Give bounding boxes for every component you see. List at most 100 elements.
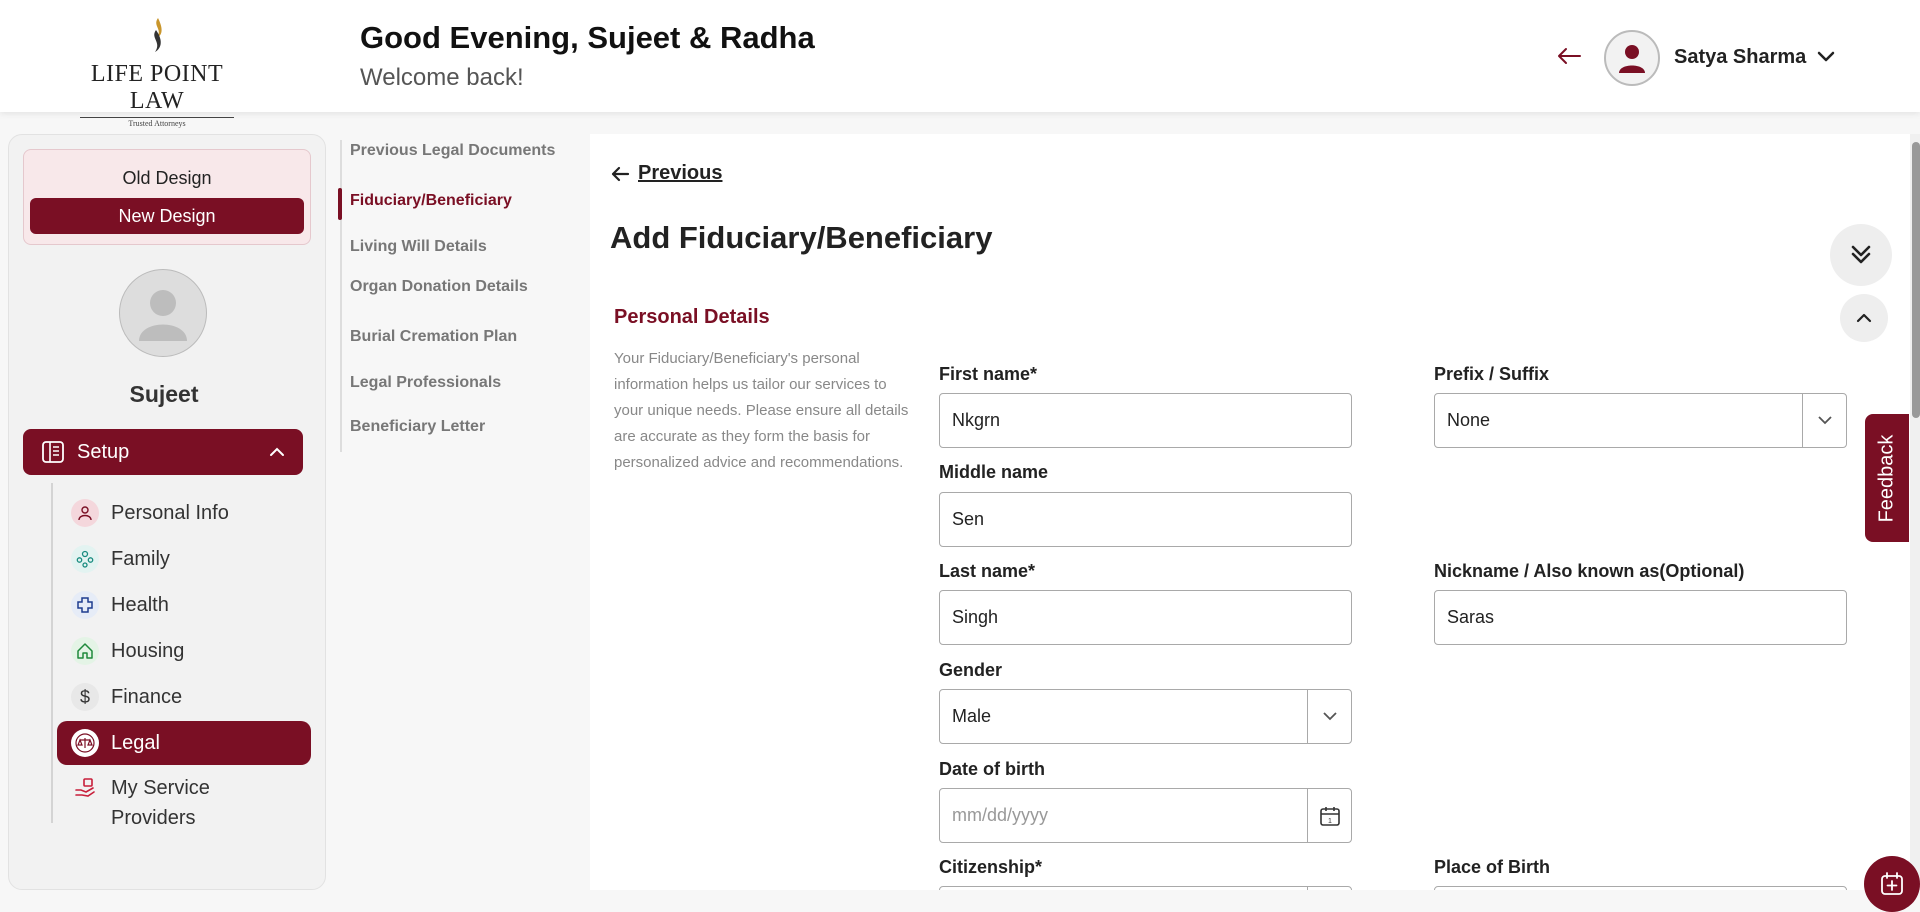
user-avatar-icon: [1619, 45, 1645, 73]
sidebar-item-service-providers[interactable]: My Service Providers: [57, 769, 311, 829]
subnav-organ-donation-details[interactable]: Organ Donation Details: [350, 278, 528, 296]
sidebar-item-label: Family: [111, 547, 170, 570]
person-icon: [71, 499, 99, 527]
subnav-previous-legal-documents[interactable]: Previous Legal Documents: [350, 142, 555, 160]
service-hand-icon: [71, 773, 99, 801]
new-design-button[interactable]: New Design: [30, 198, 304, 234]
profile-avatar[interactable]: [119, 269, 207, 357]
subnav-fiduciary-beneficiary[interactable]: Fiduciary/Beneficiary: [350, 192, 512, 210]
subnav-active-marker: [338, 188, 342, 220]
design-toggle: Old Design New Design: [23, 149, 311, 245]
sidebar-item-label: Personal Info: [111, 501, 229, 524]
middle-name-label: Middle name: [939, 462, 1049, 482]
svg-text:1: 1: [1328, 818, 1332, 825]
user-name[interactable]: Satya Sharma: [1674, 46, 1806, 69]
dob-placeholder: mm/dd/yyyy: [952, 805, 1049, 825]
feedback-label: Feedback: [1875, 434, 1898, 522]
scrollbar-thumb[interactable]: [1912, 142, 1920, 418]
last-name-label: Last name*: [939, 561, 1036, 581]
sidebar-item-legal[interactable]: Legal: [57, 721, 311, 765]
setup-label: Setup: [77, 440, 130, 463]
brand-logo[interactable]: LIFE POINT LAW Trusted Attorneys: [72, 16, 242, 128]
arrow-left-icon: [611, 166, 630, 181]
sidebar-item-health[interactable]: Health: [57, 583, 311, 627]
dob-label: Date of birth: [939, 759, 1045, 779]
feedback-tab[interactable]: Feedback: [1865, 414, 1909, 542]
chevron-down-icon[interactable]: [1816, 50, 1836, 64]
chevron-down-icon: [1802, 394, 1846, 447]
place-of-birth-label: Place of Birth: [1434, 857, 1551, 877]
gender-label: Gender: [939, 660, 1003, 680]
dob-field[interactable]: mm/dd/yyyy 1: [939, 788, 1352, 843]
last-name-field[interactable]: Singh: [939, 590, 1352, 645]
nickname-field[interactable]: Saras: [1434, 590, 1847, 645]
first-name-label: First name*: [939, 364, 1038, 384]
gender-select[interactable]: Male: [939, 689, 1352, 744]
page-title: Add Fiduciary/Beneficiary: [610, 220, 993, 255]
middle-name-field[interactable]: Sen: [939, 492, 1352, 547]
subnav-beneficiary-letter[interactable]: Beneficiary Letter: [350, 418, 485, 436]
scroll-down-button[interactable]: [1830, 224, 1892, 286]
prefix-suffix-value: None: [1447, 410, 1491, 430]
sidebar-item-label: Housing: [111, 639, 185, 662]
top-header: LIFE POINT LAW Trusted Attorneys Good Ev…: [0, 0, 1920, 128]
first-name-field[interactable]: Nkgrn: [939, 393, 1352, 448]
chevron-up-icon: [1856, 313, 1872, 323]
middle-name-value: Sen: [952, 509, 985, 529]
scales-icon: [71, 729, 99, 757]
citizenship-label: Citizenship*: [939, 857, 1043, 877]
nickname-value: Saras: [1447, 607, 1495, 627]
chevron-up-icon: [270, 447, 284, 456]
sidebar-item-label: Legal: [111, 731, 160, 754]
dollar-icon: $: [71, 683, 99, 711]
chevron-down-icon: [1307, 887, 1351, 890]
submenu-guide-line: [51, 483, 53, 823]
brand-name: LIFE POINT LAW: [90, 61, 224, 114]
logo-flame-icon: [154, 18, 162, 52]
health-cross-icon: [71, 591, 99, 619]
subnav-track: [340, 140, 342, 452]
calendar-plus-icon: [1881, 872, 1903, 895]
previous-label: Previous: [638, 162, 723, 184]
sidebar-item-label: My Service Providers: [111, 777, 210, 829]
collapse-section-button[interactable]: [1840, 294, 1888, 342]
nickname-label: Nickname / Also known as(Optional): [1434, 561, 1745, 581]
greeting-subtitle: Welcome back!: [360, 64, 524, 91]
section-title: Personal Details: [614, 306, 770, 328]
place-of-birth-field[interactable]: [1434, 886, 1847, 890]
citizenship-select[interactable]: [939, 886, 1352, 890]
sidebar-item-label: Finance: [111, 685, 183, 708]
sidebar-item-family[interactable]: Family: [57, 537, 311, 581]
home-icon: [71, 637, 99, 665]
first-name-value: Nkgrn: [952, 410, 1001, 430]
section-description: Your Fiduciary/Beneficiary's personal in…: [614, 350, 909, 471]
previous-link[interactable]: Previous: [610, 162, 722, 185]
double-chevron-down-icon: [1851, 245, 1871, 264]
brand-tagline: Trusted Attorneys: [80, 117, 234, 128]
main-panel: Previous Add Fiduciary/Beneficiary Perso…: [590, 134, 1912, 890]
chevron-down-icon: [1307, 690, 1351, 743]
add-event-fab[interactable]: [1864, 856, 1920, 912]
back-arrow-icon[interactable]: [1556, 46, 1582, 66]
left-sidebar: Old Design New Design Sujeet Setup Perso…: [8, 134, 326, 890]
prefix-suffix-select[interactable]: None: [1434, 393, 1847, 448]
setup-menu-toggle[interactable]: Setup: [23, 429, 303, 475]
setup-book-icon: [42, 441, 64, 463]
profile-name: Sujeet: [129, 381, 199, 407]
user-avatar[interactable]: [1604, 30, 1660, 86]
prefix-suffix-label: Prefix / Suffix: [1434, 364, 1550, 384]
calendar-icon[interactable]: 1: [1307, 789, 1351, 842]
sidebar-item-label: Health: [111, 593, 169, 616]
subnav-burial-cremation-plan[interactable]: Burial Cremation Plan: [350, 328, 517, 346]
last-name-value: Singh: [952, 607, 999, 627]
profile-placeholder-icon: [139, 290, 187, 341]
old-design-button[interactable]: Old Design: [24, 168, 310, 189]
subnav-living-will-details[interactable]: Living Will Details: [350, 238, 487, 256]
greeting-title: Good Evening, Sujeet & Radha: [360, 20, 815, 55]
sidebar-item-finance[interactable]: $ Finance: [57, 675, 311, 719]
sidebar-item-personal-info[interactable]: Personal Info: [57, 491, 311, 535]
sidebar-item-housing[interactable]: Housing: [57, 629, 311, 673]
greeting-block: Good Evening, Sujeet & Radha Welcome bac…: [360, 20, 815, 92]
gender-value: Male: [952, 706, 992, 726]
subnav-legal-professionals[interactable]: Legal Professionals: [350, 374, 501, 392]
